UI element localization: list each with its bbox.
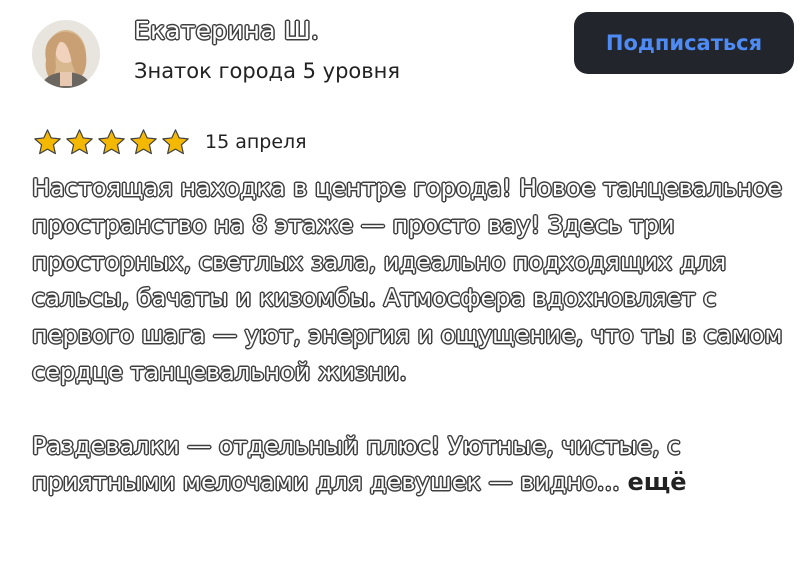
rating-row: 15 апреля (32, 124, 307, 160)
review-paragraph-1: Настоящая находка в центре города! Новое… (32, 174, 783, 386)
review-paragraph-2: Раздевалки — отдельный плюс! Уютные, чис… (32, 428, 802, 502)
star-icon (98, 128, 125, 154)
author-name[interactable]: Екатерина Ш. (134, 14, 319, 48)
review-paragraph-2-text: Раздевалки — отдельный плюс! Уютные, чис… (32, 431, 681, 497)
avatar[interactable] (32, 20, 100, 88)
review-text: Настоящая находка в центре города! Новое… (32, 170, 802, 501)
rating-stars (32, 127, 191, 158)
read-more-link[interactable]: ещё (627, 468, 686, 496)
star-icon (130, 128, 157, 154)
subscribe-button[interactable]: Подписаться (574, 12, 794, 74)
star-icon (34, 128, 61, 154)
star-icon (66, 128, 93, 154)
author-level: Знаток города 5 уровня (134, 59, 401, 83)
review-date: 15 апреля (205, 131, 307, 153)
avatar-photo (32, 20, 100, 88)
star-icon (162, 128, 189, 154)
